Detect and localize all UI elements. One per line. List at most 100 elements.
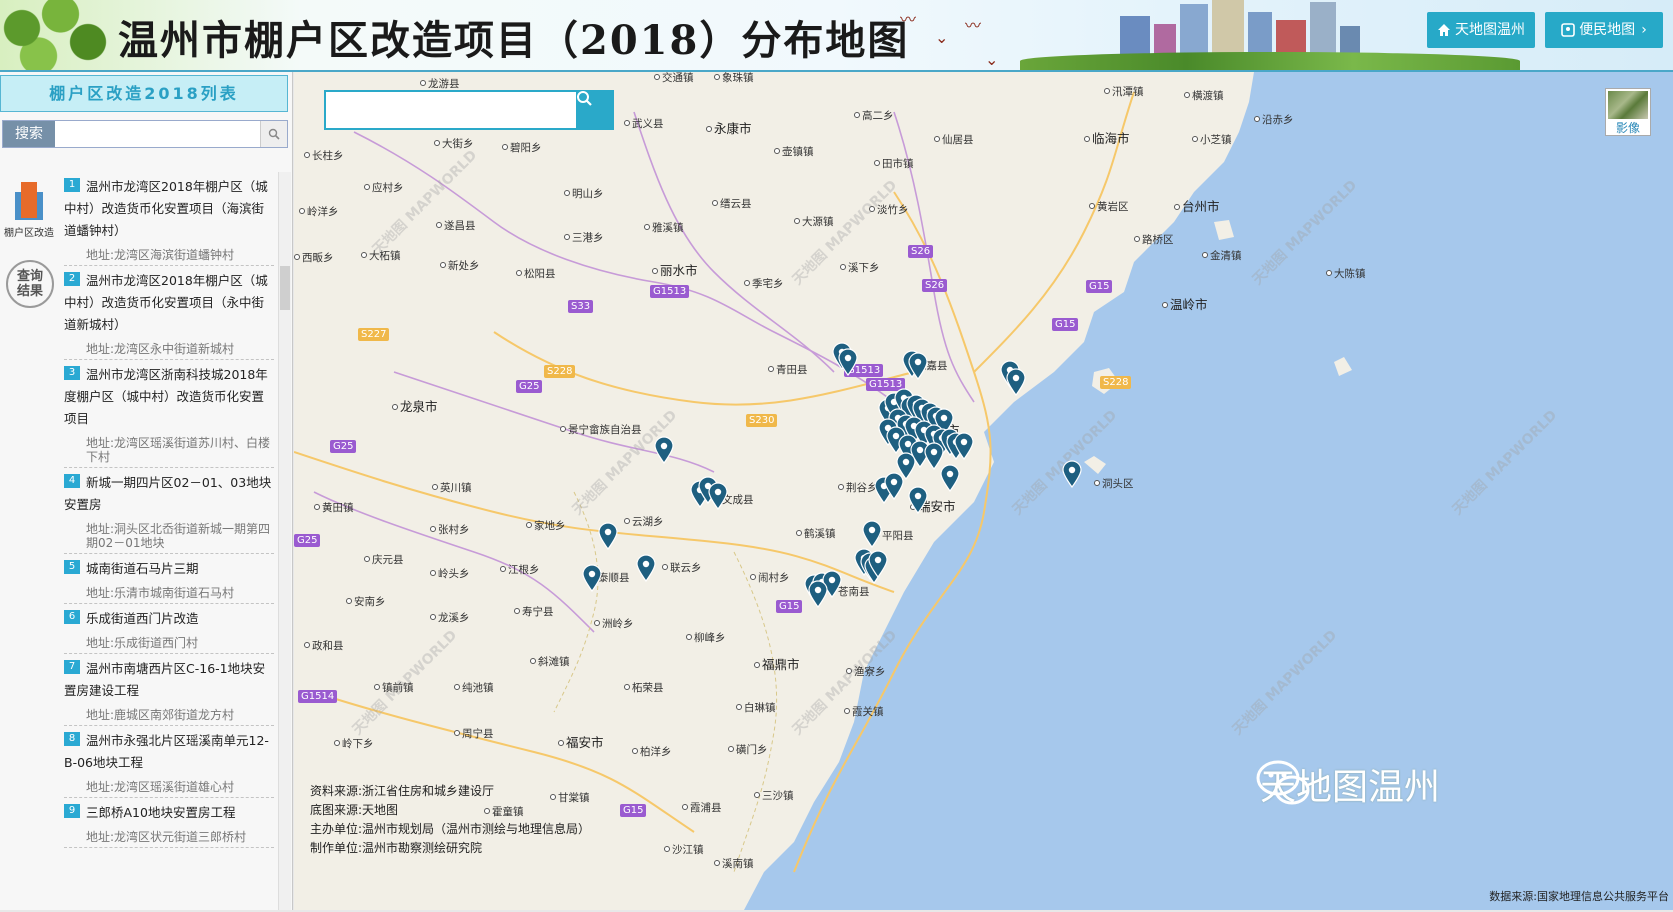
place-label: 交通镇 [654, 72, 694, 85]
place-dot-icon [314, 504, 320, 510]
project-marker-icon[interactable] [1006, 368, 1026, 396]
map-search-input[interactable] [324, 90, 578, 130]
project-marker-icon[interactable] [654, 436, 674, 464]
project-marker-icon[interactable] [1062, 460, 1082, 488]
list-item-address: 地址:龙湾区瑶溪街道苏川村、白楼下村 [86, 436, 271, 464]
credit-line: 底图来源:天地图 [310, 803, 399, 817]
place-label: 闹村乡 [750, 570, 790, 585]
place-label: 岭洋乡 [299, 204, 339, 219]
credit-line: 资料来源:浙江省住房和城乡建设厅 [310, 784, 495, 798]
imagery-layer-button[interactable]: 影像 [1605, 88, 1651, 136]
list-item[interactable]: 1 温州市龙湾区2018年棚户区（城中村）改造货币化安置项目（海滨街道蟠钟村） 地址… [64, 172, 274, 266]
tianditu-home-button[interactable]: 天地图温州 [1427, 12, 1535, 48]
list-item-address: 地址:龙湾区永中街道新城村 [86, 342, 235, 356]
place-name: 黄田镇 [322, 502, 354, 514]
place-dot-icon [364, 184, 370, 190]
place-label: 镇前镇 [374, 680, 414, 695]
list-item-title: 温州市永强北片区瑶溪南单元12-B-06地块工程 [64, 733, 269, 770]
place-dot-icon [846, 668, 852, 674]
project-marker-icon[interactable] [940, 464, 960, 492]
place-name: 龙溪乡 [438, 612, 470, 624]
scrollbar-thumb[interactable] [280, 266, 290, 310]
place-dot-icon [530, 658, 536, 664]
place-name: 青田县 [776, 364, 808, 376]
place-label: 霞浦县 [682, 800, 722, 815]
project-marker-icon[interactable] [838, 348, 858, 376]
place-dot-icon [361, 252, 367, 258]
list-item[interactable]: 9 三郎桥A10地块安置房工程 地址:龙湾区状元街道三郎桥村 [64, 798, 274, 848]
place-label: 仙居县 [934, 132, 974, 147]
project-marker-icon[interactable] [582, 564, 602, 592]
list-search-input[interactable] [57, 122, 261, 146]
place-dot-icon [454, 684, 460, 690]
place-dot-icon [712, 200, 718, 206]
list-scrollbar[interactable] [278, 172, 291, 910]
list-item[interactable]: 2 温州市龙湾区2018年棚户区（城中村）改造货币化安置项目（永中街道新城村） 地址… [64, 266, 274, 360]
tab-reform-list[interactable]: 棚户区改造 [4, 172, 54, 242]
place-dot-icon [744, 280, 750, 286]
wechat-icon [1256, 760, 1310, 805]
place-label: 周宁县 [454, 726, 494, 741]
road-shield: S228 [1100, 376, 1132, 389]
service-map-button[interactable]: 便民地图 › [1545, 12, 1663, 48]
list-item-title: 乐成街道西门片改造 [86, 611, 199, 626]
place-name: 苍南县 [838, 586, 870, 598]
list-item[interactable]: 8 温州市永强北片区瑶溪南单元12-B-06地块工程 地址:龙湾区瑶溪街道雄心村 [64, 726, 274, 798]
list-search-button[interactable] [260, 121, 287, 147]
map-canvas[interactable]: 影像 天地图 MAPWORLD 天地图 MAPWORLD 天地图 MAPWORL… [294, 72, 1673, 910]
place-dot-icon [869, 206, 875, 212]
list-item-address: 地址:龙湾区海滨街道蟠钟村 [86, 248, 235, 262]
place-name: 大陈镇 [1334, 268, 1366, 280]
place-label: 渔寮乡 [846, 664, 886, 679]
place-label: 路桥区 [1134, 232, 1174, 247]
place-label: 龙泉市 [392, 396, 438, 415]
list-item-number: 9 [64, 804, 80, 818]
header-banner: 温州市棚户区改造项目（2018）分布地图 〰 ⌄ 〰 ⌄ 天地图温州 便民地图 › [0, 0, 1673, 72]
project-marker-icon[interactable] [868, 550, 888, 578]
place-dot-icon [736, 704, 742, 710]
project-marker-icon[interactable] [808, 580, 828, 608]
place-name: 沙江镇 [672, 844, 704, 856]
list-item[interactable]: 6 乐成街道西门片改造 地址:乐成街道西门村 [64, 604, 274, 654]
list-item[interactable]: 3 温州市龙湾区浙南科技城2018年度棚户区（城中村）改造货币化安置项目 地址:龙湾… [64, 360, 274, 468]
project-marker-icon[interactable] [908, 486, 928, 514]
place-label: 黄岩区 [1089, 199, 1129, 214]
place-label: 三沙镇 [754, 788, 794, 803]
tab-result-label: 查询结果 [16, 269, 43, 299]
project-marker-icon[interactable] [908, 352, 928, 380]
place-name: 遂昌县 [444, 220, 476, 232]
place-name: 闹村乡 [758, 572, 790, 584]
project-marker-icon[interactable] [708, 482, 728, 510]
place-name: 溪下乡 [848, 262, 880, 274]
list-item[interactable]: 4 新城一期四片区02－01、03地块安置房 地址:洞头区北岙街道新城一期第四期02… [64, 468, 274, 554]
place-name: 张村乡 [438, 524, 470, 536]
place-dot-icon [754, 662, 760, 668]
road-shield: G25 [294, 534, 321, 547]
list-item[interactable]: 7 温州市南塘西片区C-16-1地块安置房建设工程 地址:鹿城区南郊街道龙方村 [64, 654, 274, 726]
place-dot-icon [334, 740, 340, 746]
bird-icon: 〰 [900, 10, 917, 29]
project-marker-icon[interactable] [598, 522, 618, 550]
place-dot-icon [1084, 136, 1090, 142]
road-shield: S33 [568, 300, 594, 313]
place-label: 田市镇 [874, 156, 914, 171]
map-search-button[interactable] [576, 90, 614, 130]
side-tabs: 棚户区改造 查询结果 [0, 172, 56, 912]
project-marker-icon[interactable] [884, 472, 904, 500]
place-name: 洲岭乡 [602, 618, 634, 630]
road-shield: S26 [922, 279, 948, 292]
place-name: 平阳县 [882, 530, 914, 542]
tab-query-results[interactable]: 查询结果 [6, 260, 54, 308]
project-marker-icon[interactable] [862, 520, 882, 548]
list-item-title: 温州市南塘西片区C-16-1地块安置房建设工程 [64, 661, 266, 698]
project-marker-icon[interactable] [954, 432, 974, 460]
place-label: 家地乡 [526, 518, 566, 533]
place-dot-icon [454, 730, 460, 736]
place-label: 安南乡 [346, 594, 386, 609]
list-item-title: 温州市龙湾区2018年棚户区（城中村）改造货币化安置项目（海滨街道蟠钟村） [64, 179, 268, 238]
place-dot-icon [294, 254, 300, 260]
place-name: 荆谷乡 [846, 482, 878, 494]
list-item[interactable]: 5 城南街道石马片三期 地址:乐清市城南街道石马村 [64, 554, 274, 604]
project-marker-icon[interactable] [636, 554, 656, 582]
place-dot-icon [662, 564, 668, 570]
